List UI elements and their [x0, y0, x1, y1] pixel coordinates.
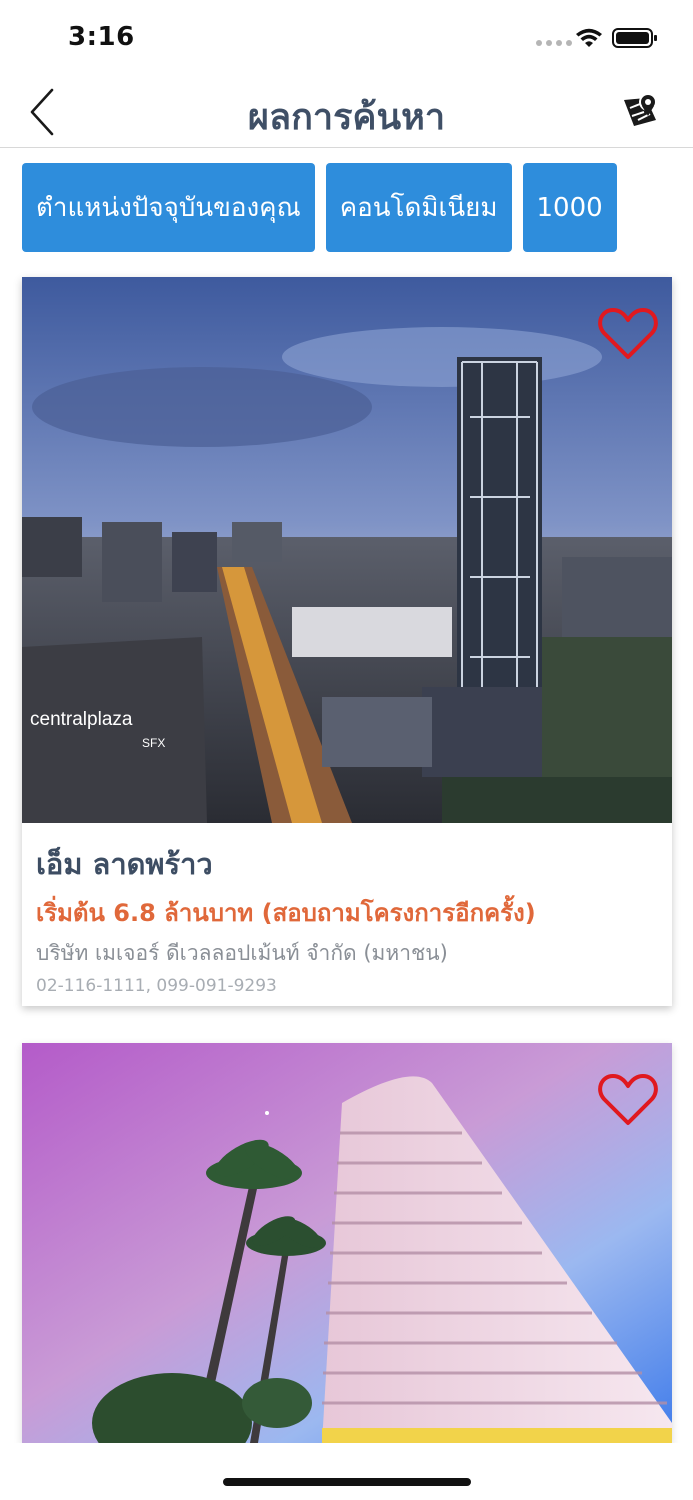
heart-outline-icon [598, 1074, 658, 1125]
map-view-button[interactable] [620, 90, 660, 130]
developer-name: บริษัท เมเจอร์ ดีเวลลอปเม้นท์ จำกัด (มหา… [36, 941, 448, 965]
listing-card[interactable] [22, 1043, 672, 1443]
cinema-sign: SFX [142, 736, 165, 750]
filter-chip-price[interactable]: 1000 [522, 163, 617, 252]
listing-photo [22, 1043, 672, 1443]
wifi-icon [576, 28, 602, 47]
home-indicator[interactable] [223, 1478, 471, 1486]
project-name: เอ็ม ลาดพร้าว [36, 847, 213, 881]
filter-chip-property-type[interactable]: คอนโดมิเนียม [325, 163, 512, 252]
heart-outline-icon [598, 308, 658, 359]
filter-chips: ตำแหน่งปัจจุบันของคุณ คอนโดมิเนียม 1000 [22, 163, 672, 253]
map-pin-icon [624, 93, 657, 126]
mall-sign: centralplaza [30, 709, 133, 730]
nav-bar: ผลการค้นหา [0, 76, 693, 148]
favorite-button[interactable] [598, 1071, 658, 1127]
page-title: ผลการค้นหา [247, 97, 446, 138]
contact-phones[interactable]: 02-116-1111, 099-091-9293 [36, 976, 277, 996]
home-bar [0, 1443, 693, 1500]
project-price: เริ่มต้น 6.8 ล้านบาท (สอบถามโครงการอีกคร… [36, 899, 536, 927]
status-bar: 3:16 [0, 0, 693, 76]
favorite-button[interactable] [598, 305, 658, 361]
filter-chip-location[interactable]: ตำแหน่งปัจจุบันของคุณ [22, 163, 315, 252]
listing-card[interactable]: centralplaza SFX เอ็ม ลาดพร้าว เริ่มต้น … [22, 277, 672, 1006]
cellular-signal-icon [536, 40, 572, 46]
battery-icon [612, 28, 657, 48]
listing-photo: centralplaza SFX [22, 277, 672, 823]
status-time: 3:16 [68, 22, 135, 52]
